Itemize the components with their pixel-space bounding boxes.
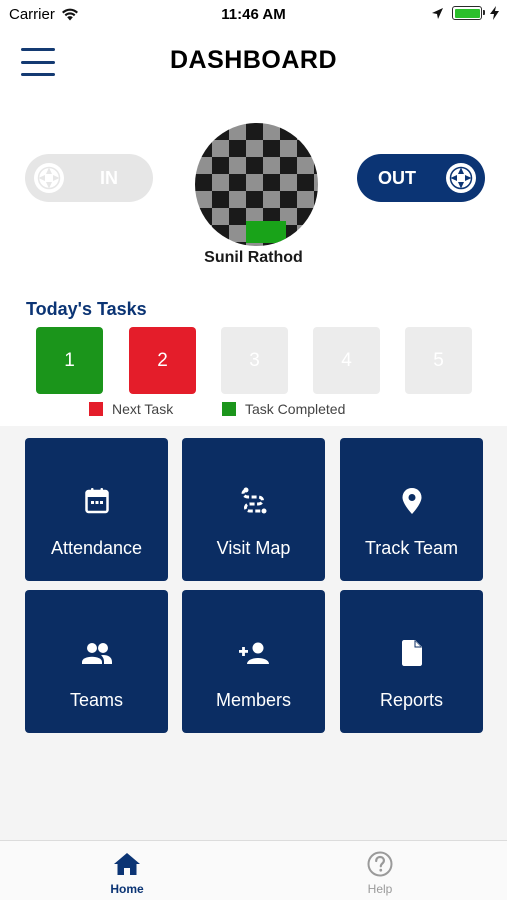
tile-visit-map[interactable]: Visit Map <box>182 438 325 581</box>
avatar[interactable] <box>195 123 318 246</box>
tile-label: Members <box>215 690 291 710</box>
page-title: DASHBOARD <box>170 46 337 74</box>
location-pin-icon <box>340 486 483 516</box>
task-1[interactable]: 1 <box>36 327 103 394</box>
task-5[interactable]: 5 <box>405 327 472 394</box>
calendar-icon <box>25 486 168 516</box>
task-number: 4 <box>341 349 352 371</box>
tile-label: Teams <box>69 690 123 710</box>
battery-fill <box>454 8 480 18</box>
check-in-toggle[interactable]: IN <box>25 154 153 202</box>
dashboard-grid: Attendance Visit Map Track Team Teams Me… <box>0 426 507 840</box>
user-name: Sunil Rathod <box>204 249 303 266</box>
task-2[interactable]: 2 <box>129 327 196 394</box>
route-icon <box>182 486 325 516</box>
camera-shutter-icon <box>446 163 476 193</box>
status-bar: Carrier 11:46 AM <box>0 0 507 30</box>
legend-next: Next Task <box>89 401 173 417</box>
task-number: 2 <box>157 349 168 371</box>
tile-label: Track Team <box>364 538 459 558</box>
legend-swatch-red <box>89 402 103 416</box>
legend-completed: Task Completed <box>222 401 345 417</box>
check-out-label: OUT <box>378 167 416 188</box>
legend-swatch-green <box>222 402 236 416</box>
tab-help-label: Help <box>367 882 393 896</box>
location-arrow-icon <box>432 7 443 19</box>
tile-reports[interactable]: Reports <box>340 590 483 733</box>
tile-teams[interactable]: Teams <box>25 590 168 733</box>
task-number: 5 <box>433 349 444 371</box>
tile-label: Reports <box>379 690 444 710</box>
tab-home-label: Home <box>110 882 144 896</box>
tile-label: Visit Map <box>216 538 291 558</box>
add-person-icon <box>182 638 325 668</box>
task-4[interactable]: 4 <box>313 327 380 394</box>
status-right <box>431 6 499 20</box>
task-number: 3 <box>249 349 260 371</box>
tile-label: Attendance <box>50 538 143 558</box>
camera-shutter-icon <box>34 163 64 193</box>
tile-members[interactable]: Members <box>182 590 325 733</box>
legend-next-label: Next Task <box>112 401 174 417</box>
battery-icon <box>452 6 485 20</box>
home-icon <box>114 851 140 877</box>
check-out-toggle[interactable]: OUT <box>357 154 485 202</box>
avatar-status-badge <box>246 221 286 243</box>
tasks-title: Today's Tasks <box>26 299 147 319</box>
task-number: 1 <box>64 349 75 371</box>
check-in-label: IN <box>100 167 118 188</box>
document-icon <box>340 638 483 668</box>
tab-help[interactable]: Help <box>320 841 440 900</box>
header: DASHBOARD <box>0 30 507 94</box>
legend-completed-label: Task Completed <box>245 401 346 417</box>
tile-track-team[interactable]: Track Team <box>340 438 483 581</box>
tab-bar: Home Help <box>0 840 507 900</box>
charging-bolt-icon <box>490 6 499 20</box>
task-3[interactable]: 3 <box>221 327 288 394</box>
tile-attendance[interactable]: Attendance <box>25 438 168 581</box>
help-icon <box>367 851 393 877</box>
group-icon <box>25 638 168 668</box>
tab-home[interactable]: Home <box>67 841 187 900</box>
